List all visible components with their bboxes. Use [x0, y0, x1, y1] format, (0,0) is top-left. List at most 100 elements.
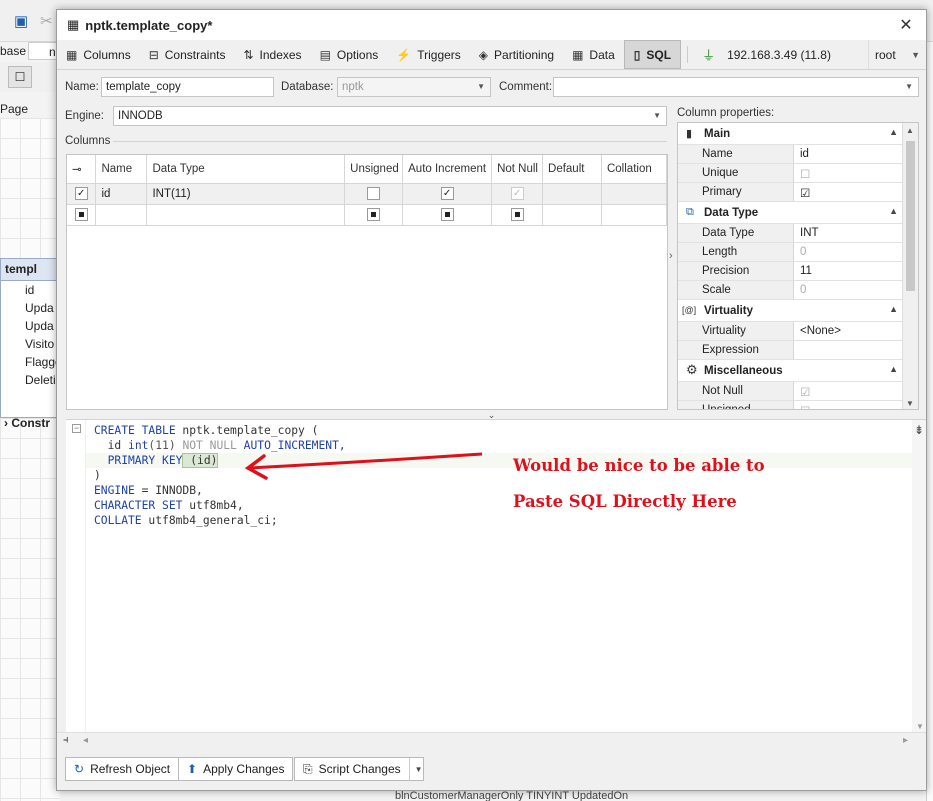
- tab-data[interactable]: ▦ Data: [563, 40, 624, 69]
- property-row[interactable]: Not Null ☑: [678, 382, 904, 401]
- property-group-main[interactable]: ▮ Main ▲: [678, 123, 904, 145]
- auto-increment-cell[interactable]: [402, 204, 493, 226]
- property-value[interactable]: ☑: [794, 382, 904, 401]
- scroll-left-icon[interactable]: ◂: [83, 735, 88, 746]
- column-properties-panel[interactable]: ▮ Main ▲ Name id Unique ☐ Primary ☑ ⧉ Data Typ…: [677, 122, 919, 410]
- property-value[interactable]: [794, 341, 904, 360]
- key-cell[interactable]: [67, 204, 97, 226]
- split-editor-icon[interactable]: ⇟: [914, 423, 924, 437]
- property-row[interactable]: Data Type INT: [678, 224, 904, 243]
- property-group-virtuality[interactable]: [@] Virtuality ▲: [678, 300, 904, 322]
- diagram-canvas[interactable]: [0, 118, 60, 801]
- collation-cell[interactable]: [601, 183, 668, 205]
- property-value[interactable]: ☐: [794, 401, 904, 409]
- indeterminate-checkbox[interactable]: [510, 208, 524, 221]
- grid-header[interactable]: Data Type: [146, 155, 346, 184]
- primary-key-checkbox[interactable]: ✓: [74, 187, 88, 200]
- tab-partitioning[interactable]: ◈ Partitioning: [470, 40, 563, 69]
- connection-info[interactable]: ⏚ 192.168.3.49 (11.8): [694, 40, 839, 69]
- property-value[interactable]: 0: [794, 281, 904, 300]
- property-value[interactable]: id: [794, 145, 904, 164]
- tab-indexes[interactable]: ⇅ Indexes: [234, 40, 310, 69]
- not-null-cell[interactable]: [491, 204, 544, 226]
- property-row[interactable]: Precision 11: [678, 262, 904, 281]
- collation-cell[interactable]: [601, 204, 668, 226]
- data-type-cell[interactable]: INT(11): [146, 183, 346, 205]
- save-icon[interactable]: ▣: [14, 12, 28, 30]
- apply-changes-button[interactable]: ⬆ Apply Changes: [178, 757, 294, 781]
- not-null-checkbox[interactable]: ✓: [510, 187, 524, 200]
- name-field[interactable]: template_copy: [101, 77, 274, 97]
- user-select[interactable]: root ▼: [868, 40, 926, 69]
- indeterminate-checkbox[interactable]: [367, 208, 381, 221]
- default-cell[interactable]: [542, 183, 602, 205]
- indeterminate-checkbox[interactable]: [440, 208, 454, 221]
- scroll-down-icon[interactable]: ▼: [906, 399, 914, 408]
- property-row[interactable]: Name id: [678, 145, 904, 164]
- data-type-cell[interactable]: [146, 204, 346, 226]
- key-header[interactable]: ⊸: [67, 155, 97, 184]
- unsigned-cell[interactable]: [344, 204, 404, 226]
- property-row[interactable]: Length 0: [678, 243, 904, 262]
- auto-increment-cell[interactable]: ✓: [402, 183, 493, 205]
- not-null-cell[interactable]: ✓: [491, 183, 544, 205]
- table-row[interactable]: ✓ id INT(11) ✓ ✓: [67, 183, 668, 205]
- grid-header[interactable]: Collation: [601, 155, 668, 184]
- pane-splitter[interactable]: ⌄: [57, 411, 926, 420]
- collapse-icon[interactable]: ▲: [889, 127, 898, 137]
- script-changes-button[interactable]: ⎘ Script Changes ▼: [294, 757, 424, 781]
- tab-options[interactable]: ▤ Options: [311, 40, 388, 69]
- scroll-right-icon[interactable]: ▸: [903, 735, 908, 746]
- editor-scrollbar[interactable]: ⇟ ▼: [912, 420, 926, 733]
- comment-field[interactable]: ▼: [553, 77, 919, 97]
- editor-horizontal-bar[interactable]: ⫞ ◂ ▸: [57, 732, 926, 750]
- engine-select[interactable]: INNODB ▼: [113, 106, 667, 126]
- refresh-object-button[interactable]: ↻ Refresh Object: [65, 757, 180, 781]
- property-row[interactable]: Scale 0: [678, 281, 904, 300]
- property-row[interactable]: Expression: [678, 341, 904, 360]
- unsigned-cell[interactable]: [344, 183, 404, 205]
- cut-icon[interactable]: ✂: [40, 12, 53, 30]
- property-value[interactable]: INT: [794, 224, 904, 243]
- column-name-cell[interactable]: id: [95, 183, 148, 205]
- scroll-down-icon[interactable]: ▼: [916, 722, 924, 731]
- collapse-icon[interactable]: ▲: [889, 304, 898, 314]
- columns-grid[interactable]: ⊸ Name Data Type Unsigned Auto Increment…: [66, 154, 668, 410]
- database-select[interactable]: nptk ▼: [337, 77, 491, 97]
- scroll-up-icon[interactable]: ▲: [906, 126, 914, 135]
- property-row[interactable]: Unsigned☐: [678, 401, 904, 409]
- collapse-icon[interactable]: ▲: [889, 364, 898, 374]
- comment-icon[interactable]: ☐: [8, 66, 32, 88]
- tab-triggers[interactable]: ⚡ Triggers: [387, 40, 470, 69]
- property-value[interactable]: <None>: [794, 322, 904, 341]
- grid-header[interactable]: Auto Increment: [402, 155, 493, 184]
- property-row[interactable]: Virtuality <None>: [678, 322, 904, 341]
- property-value[interactable]: ☑: [794, 183, 904, 202]
- chevron-down-icon[interactable]: ▼: [408, 758, 423, 780]
- close-button[interactable]: ✕: [886, 15, 926, 35]
- property-value[interactable]: 11: [794, 262, 904, 281]
- tab-columns[interactable]: ▦ Columns: [57, 40, 140, 69]
- property-value[interactable]: 0: [794, 243, 904, 262]
- indeterminate-checkbox[interactable]: [74, 208, 88, 221]
- tab-sql[interactable]: ▯ SQL: [623, 40, 682, 69]
- grid-header[interactable]: Default: [542, 155, 602, 184]
- auto-increment-checkbox[interactable]: ✓: [440, 187, 454, 200]
- fold-toggle-icon[interactable]: −: [72, 424, 81, 433]
- property-group-datatype[interactable]: ⧉ Data Type ▲: [678, 202, 904, 224]
- property-group-miscellaneous[interactable]: ⚙ Miscellaneous ▲: [678, 360, 904, 382]
- table-row[interactable]: [67, 204, 668, 226]
- column-name-cell[interactable]: [95, 204, 148, 226]
- unsigned-checkbox[interactable]: [367, 187, 381, 200]
- property-row[interactable]: Unique ☐: [678, 164, 904, 183]
- chevron-right-icon[interactable]: ›: [669, 250, 673, 262]
- collapse-icon[interactable]: ▲: [889, 206, 898, 216]
- property-row[interactable]: Primary ☑: [678, 183, 904, 202]
- grid-header[interactable]: Unsigned: [344, 155, 404, 184]
- split-handle-icon[interactable]: ⫞: [63, 734, 69, 747]
- grid-header[interactable]: Name: [95, 155, 148, 184]
- property-value[interactable]: ☐: [794, 164, 904, 183]
- default-cell[interactable]: [542, 204, 602, 226]
- scroll-thumb[interactable]: [906, 141, 915, 291]
- properties-scrollbar[interactable]: ▲ ▼: [902, 123, 918, 409]
